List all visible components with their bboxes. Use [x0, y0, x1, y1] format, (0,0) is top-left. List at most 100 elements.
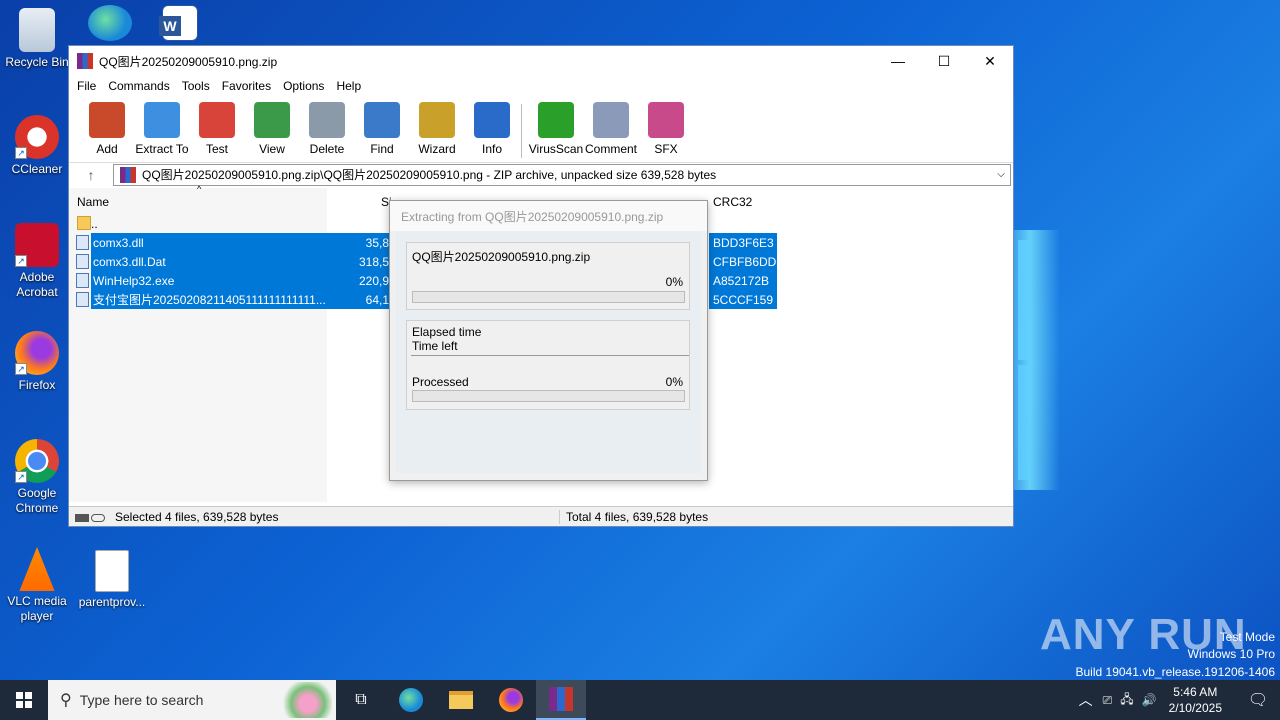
chevron-up-icon[interactable]: ︿ [1079, 690, 1093, 710]
toolbar-virusscan-button[interactable]: VirusScan [528, 100, 584, 156]
clock[interactable]: 5:46 AM 2/10/2025 [1169, 684, 1222, 716]
toolbar-button-label: Delete [309, 142, 345, 156]
toolbar-sfx-button[interactable]: SFX [638, 100, 694, 156]
network-icon[interactable]: 🖧 [1120, 690, 1133, 711]
minimize-button[interactable]: — [875, 46, 921, 76]
toolbar-button-label: Info [481, 142, 502, 156]
toolbar-wizard-button[interactable]: Wizard [409, 100, 465, 156]
maximize-button[interactable]: ☐ [921, 46, 967, 76]
file-explorer-icon[interactable] [436, 680, 486, 720]
volume-icon[interactable]: 🔊 [1142, 693, 1157, 707]
task-view-icon[interactable]: ⧉ [336, 680, 386, 720]
edge-taskbar-icon[interactable] [386, 680, 436, 720]
desktop-icon-recycle-bin[interactable]: Recycle Bin [1, 8, 73, 70]
title-bar[interactable]: QQ图片20250209005910.png.zip — ☐ ✕ [69, 46, 1013, 76]
find-icon [364, 102, 400, 138]
device-icon[interactable]: ⎚ [1103, 693, 1113, 708]
toolbar-comment-button[interactable]: Comment [583, 100, 639, 156]
build-text: Build 19041.vb_release.191206-1406 [1075, 665, 1276, 679]
file-name: comx3.dll [93, 235, 144, 250]
system-tray: ︿ ⎚ 🖧 🔊 5:46 AM 2/10/2025 🗨 [1079, 680, 1280, 720]
chevron-down-icon[interactable]: ⌵ [992, 169, 1010, 180]
view-icon [254, 102, 290, 138]
menu-tools[interactable]: Tools [178, 79, 218, 93]
toolbar-button-label: Wizard [418, 142, 456, 156]
menu-favorites[interactable]: Favorites [218, 79, 279, 93]
search-placeholder: Type here to search [79, 692, 204, 708]
close-button[interactable]: ✕ [967, 46, 1013, 76]
desktop-icon-vlc[interactable]: VLC media player [1, 547, 73, 624]
toolbar-extract-to-button[interactable]: Extract To [134, 100, 190, 156]
exe-file-icon [76, 292, 89, 307]
wizard-icon [419, 102, 455, 138]
extract-progress-dialog: Extracting from QQ图片20250209005910.png.z… [389, 200, 708, 481]
processed-progress-bar [412, 390, 685, 402]
menu-help[interactable]: Help [332, 79, 369, 93]
firefox-taskbar-icon[interactable] [486, 680, 536, 720]
file-row[interactable]: comx3.dll.Dat 318,5 [91, 252, 391, 271]
search-icon: ⚲ [60, 692, 72, 709]
drive-icon [75, 511, 107, 522]
virusscan-icon [538, 102, 574, 138]
toolbar-button-label: VirusScan [528, 142, 584, 156]
file-size: 35,8 [365, 235, 389, 250]
file-name: 支付宝图片20250208211405111111111111... [93, 293, 326, 307]
status-total: Total 4 files, 639,528 bytes [559, 509, 708, 524]
toolbar-info-button[interactable]: Info [464, 100, 520, 156]
recycle-bin-icon [19, 8, 55, 52]
archive-percent: 0% [665, 275, 683, 289]
toolbar-add-button[interactable]: Add [79, 100, 135, 156]
up-arrow-icon[interactable]: ↑ [69, 167, 113, 183]
toolbar: Add Extract To Test View Delete Find Wizard Inf… [69, 96, 1013, 162]
column-header-name[interactable]: Name [77, 190, 109, 214]
clock-time: 5:46 AM [1173, 685, 1218, 699]
menu-bar: File Commands Tools Favorites Options He… [69, 76, 1013, 96]
file-row[interactable]: comx3.dll 35,8 [91, 233, 391, 252]
file-crc: 5CCCF159 [709, 290, 777, 309]
folder-up-icon [77, 216, 91, 230]
desktop-icon-ccleaner[interactable]: ↗ CCleaner [1, 115, 73, 177]
desktop-icon-label: parentprov... [78, 595, 146, 609]
file-row[interactable]: 支付宝图片20250208211405111111111111... 64,1 [91, 290, 391, 309]
ccleaner-icon: ↗ [15, 115, 59, 159]
file-row-parent[interactable]: .. [91, 214, 98, 233]
menu-options[interactable]: Options [279, 79, 332, 93]
toolbar-find-button[interactable]: Find [354, 100, 410, 156]
clock-date: 2/10/2025 [1168, 701, 1222, 715]
dll-file-icon [76, 235, 89, 250]
column-header-crc[interactable]: CRC32 [713, 190, 752, 214]
desktop-icon-acrobat[interactable]: ↗ Adobe Acrobat [1, 223, 73, 300]
menu-commands[interactable]: Commands [104, 79, 177, 93]
toolbar-delete-button[interactable]: Delete [299, 100, 355, 156]
image-file-icon [95, 550, 129, 592]
start-button[interactable] [0, 680, 48, 720]
notification-icon[interactable]: 🗨 [1236, 690, 1280, 710]
toolbar-button-label: SFX [654, 142, 678, 156]
desktop-icon-firefox[interactable]: ↗ Firefox [1, 331, 73, 393]
taskbar: ⚲ Type here to search ⧉ ︿ ⎚ 🖧 🔊 5:46 AM … [0, 680, 1280, 720]
path-combobox[interactable]: QQ图片20250209005910.png.zip\QQ图片202502090… [113, 163, 1011, 186]
toolbar-button-label: View [259, 142, 285, 156]
desktop-icon-label: VLC media player [7, 594, 67, 623]
file-row[interactable]: WinHelp32.exe 220,9 [91, 271, 391, 290]
toolbar-test-button[interactable]: Test [189, 100, 245, 156]
winrar-icon [77, 53, 93, 69]
menu-file[interactable]: File [73, 79, 104, 93]
desktop-icon-word[interactable]: W [150, 5, 210, 44]
toolbar-view-button[interactable]: View [244, 100, 300, 156]
winrar-taskbar-icon[interactable] [536, 680, 586, 720]
exe-file-icon [76, 273, 89, 288]
info-icon [474, 102, 510, 138]
divider [411, 355, 689, 356]
toolbar-button-label: Comment [584, 142, 637, 156]
vlc-icon [19, 547, 55, 591]
desktop-icon-chrome[interactable]: ↗ Google Chrome [1, 439, 73, 516]
sfx-icon [648, 102, 684, 138]
window-title: QQ图片20250209005910.png.zip [99, 54, 278, 69]
desktop-icon-edge[interactable] [80, 5, 140, 44]
file-name: WinHelp32.exe [93, 273, 175, 288]
desktop-icon-parentprov[interactable]: parentprov... [76, 550, 148, 610]
comment-icon [593, 102, 629, 138]
taskbar-search-box[interactable]: ⚲ Type here to search [48, 680, 336, 720]
dat-file-icon [76, 254, 89, 269]
